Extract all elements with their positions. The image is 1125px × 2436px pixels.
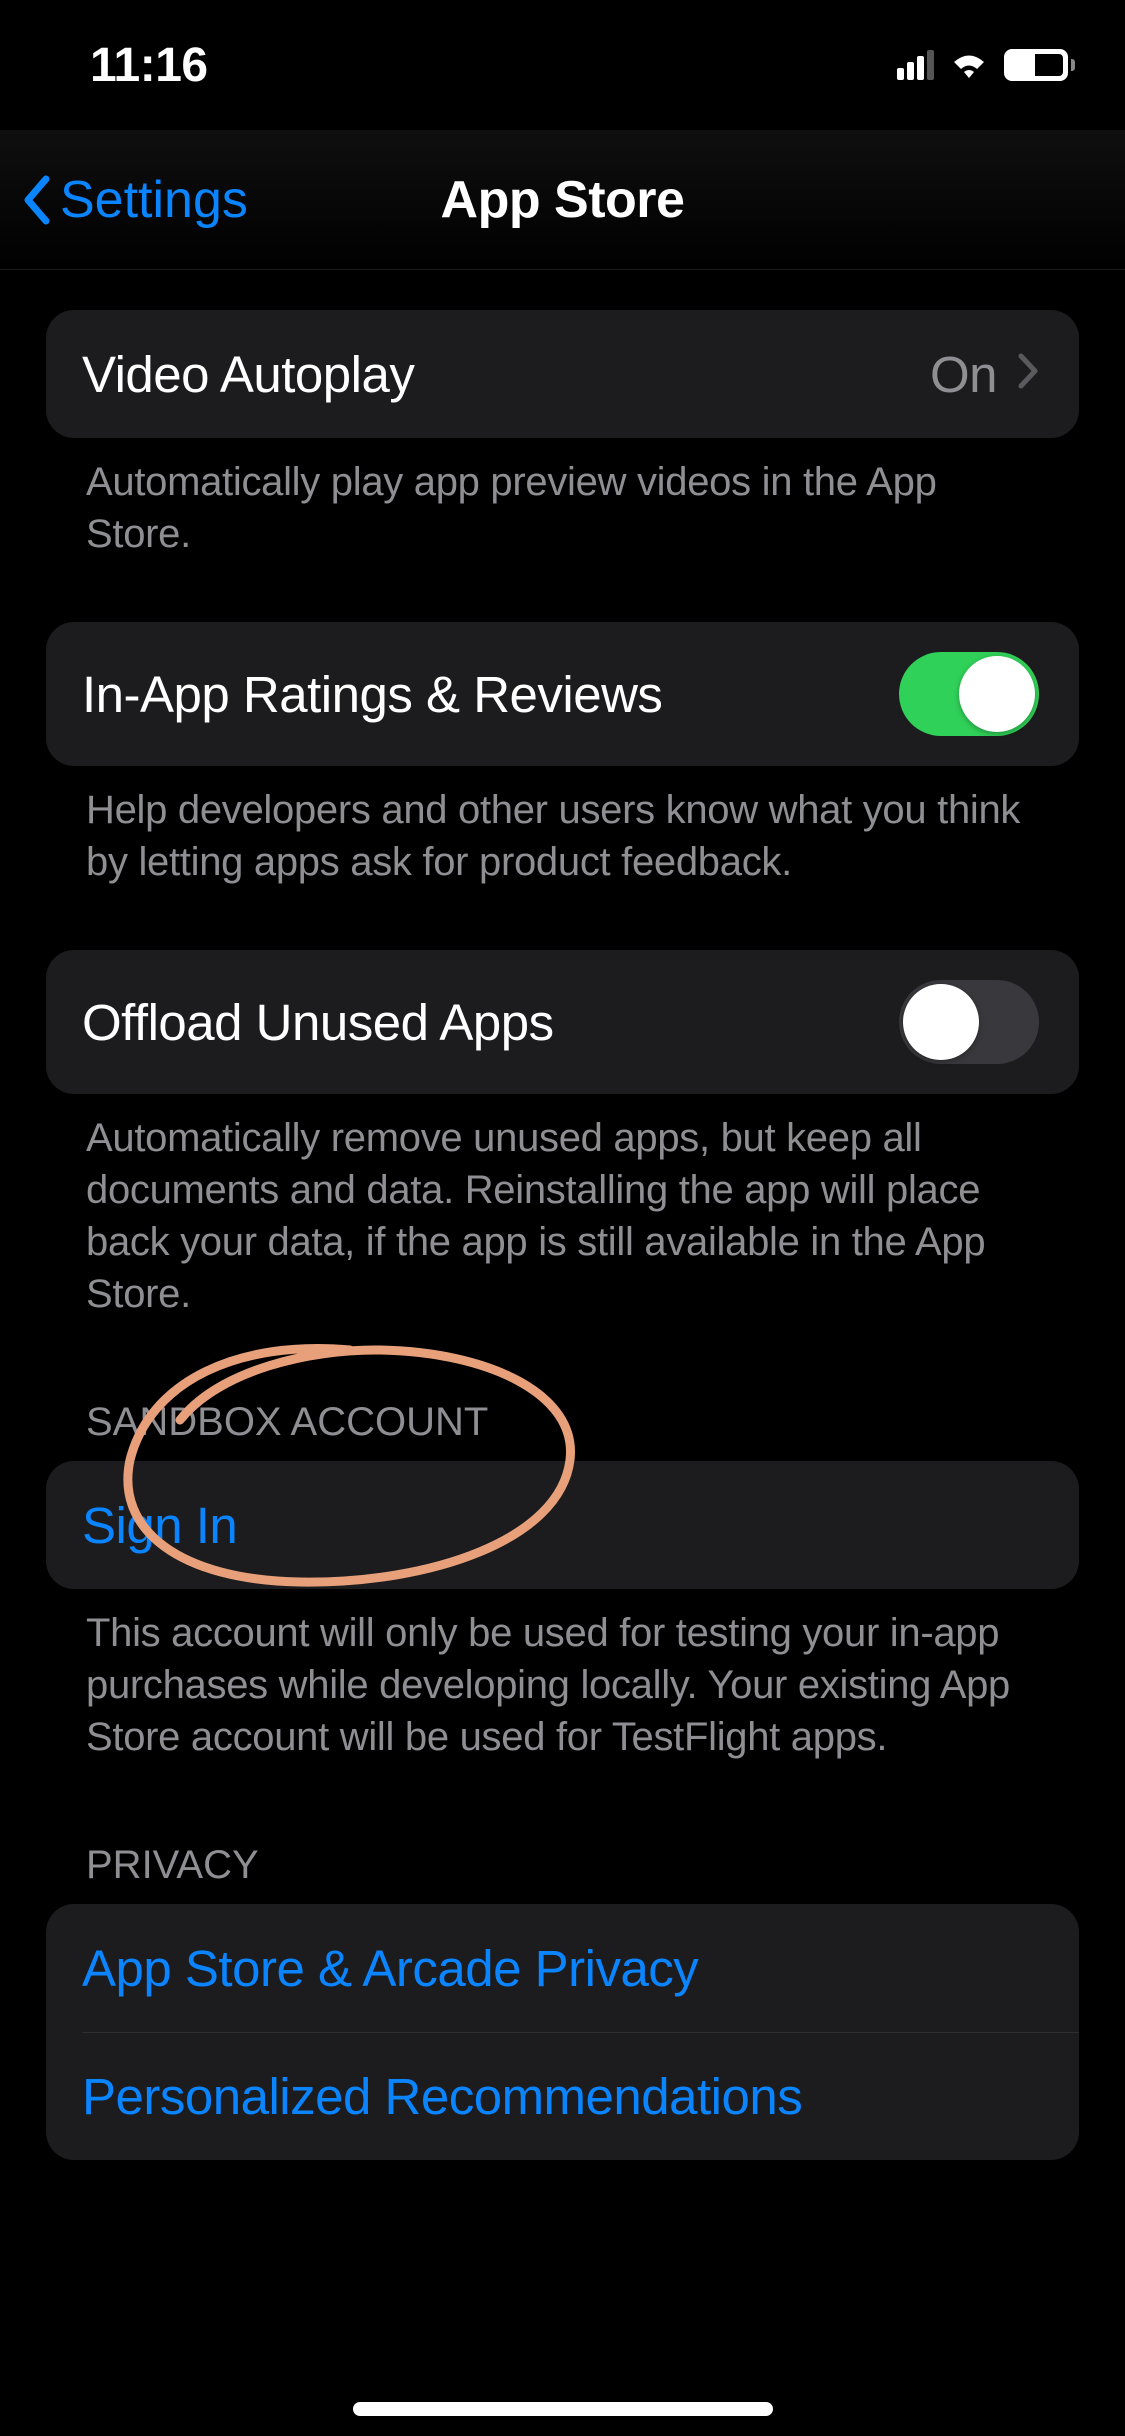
privacy-group: App Store & Arcade Privacy Personalized … bbox=[46, 1904, 1079, 2160]
app-store-privacy-cell[interactable]: App Store & Arcade Privacy bbox=[46, 1904, 1079, 2032]
chevron-left-icon bbox=[20, 175, 52, 225]
status-bar: 11:16 50 bbox=[0, 0, 1125, 130]
wifi-icon bbox=[948, 50, 990, 80]
video-autoplay-value: On bbox=[930, 345, 997, 404]
offload-apps-footer: Automatically remove unused apps, but ke… bbox=[46, 1094, 1079, 1320]
video-autoplay-label: Video Autoplay bbox=[82, 345, 414, 404]
personalized-recommendations-cell[interactable]: Personalized Recommendations bbox=[82, 2032, 1079, 2160]
ratings-reviews-label: In-App Ratings & Reviews bbox=[82, 665, 662, 724]
personalized-recommendations-label: Personalized Recommendations bbox=[82, 2067, 802, 2126]
ratings-reviews-group: In-App Ratings & Reviews bbox=[46, 622, 1079, 766]
ratings-reviews-cell: In-App Ratings & Reviews bbox=[46, 622, 1079, 766]
cellular-signal-icon bbox=[897, 50, 934, 80]
battery-percent: 50 bbox=[1024, 52, 1048, 78]
sandbox-sign-in-cell[interactable]: Sign In bbox=[46, 1461, 1079, 1589]
sandbox-sign-in-label: Sign In bbox=[82, 1496, 237, 1555]
chevron-right-icon bbox=[1017, 351, 1039, 397]
status-time: 11:16 bbox=[90, 38, 208, 93]
content-area: Video Autoplay On Automatically play app… bbox=[0, 270, 1125, 2160]
video-autoplay-cell[interactable]: Video Autoplay On bbox=[46, 310, 1079, 438]
back-label: Settings bbox=[60, 170, 248, 230]
offload-apps-group: Offload Unused Apps bbox=[46, 950, 1079, 1094]
offload-apps-label: Offload Unused Apps bbox=[82, 993, 554, 1052]
back-button[interactable]: Settings bbox=[20, 170, 248, 230]
privacy-section-header: PRIVACY bbox=[46, 1763, 1079, 1904]
sandbox-footer: This account will only be used for testi… bbox=[46, 1589, 1079, 1763]
offload-apps-toggle[interactable] bbox=[899, 980, 1039, 1064]
app-store-privacy-label: App Store & Arcade Privacy bbox=[82, 1939, 698, 1998]
home-indicator[interactable] bbox=[353, 2402, 773, 2416]
ratings-reviews-toggle[interactable] bbox=[899, 652, 1039, 736]
offload-apps-cell: Offload Unused Apps bbox=[46, 950, 1079, 1094]
ratings-reviews-footer: Help developers and other users know wha… bbox=[46, 766, 1079, 888]
video-autoplay-group: Video Autoplay On bbox=[46, 310, 1079, 438]
video-autoplay-footer: Automatically play app preview videos in… bbox=[46, 438, 1079, 560]
navigation-bar: Settings App Store bbox=[0, 130, 1125, 270]
battery-indicator: 50 bbox=[1004, 49, 1075, 81]
status-indicators: 50 bbox=[897, 49, 1075, 81]
sandbox-section-header: SANDBOX ACCOUNT bbox=[46, 1320, 1079, 1461]
sandbox-group: Sign In bbox=[46, 1461, 1079, 1589]
